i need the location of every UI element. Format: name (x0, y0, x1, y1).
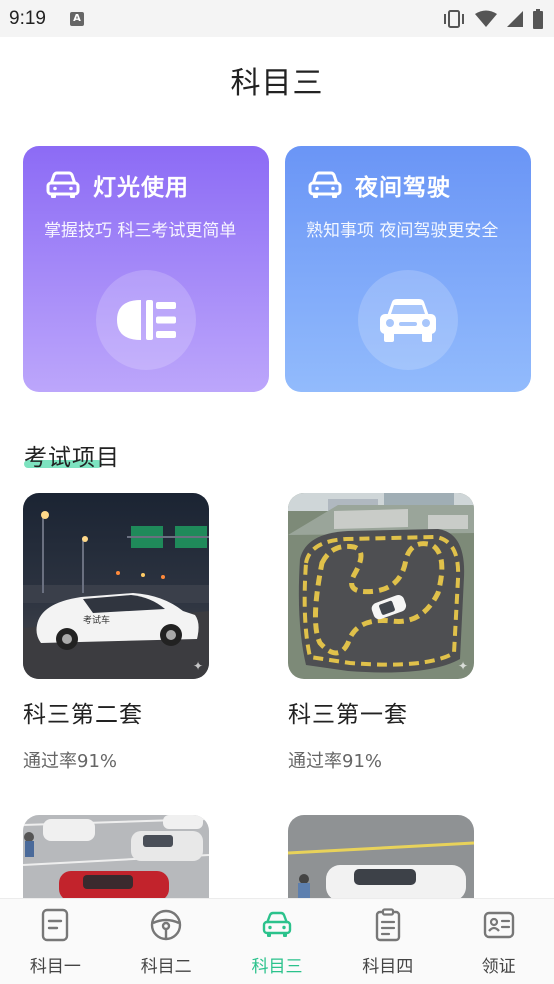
headlight-icon (117, 300, 176, 340)
car-front-icon-badge (358, 270, 458, 370)
page-title: 科目三 (230, 66, 324, 101)
tab-subject-one[interactable]: 科目一 (0, 899, 111, 984)
exam-thumbnail: 考试车 ✦ (23, 493, 209, 679)
exam-item[interactable]: 考试车 ✦ 科三第二套 通过率91% (23, 493, 209, 773)
exam-item-name: 科三第一套 (288, 702, 408, 728)
document-icon (42, 908, 69, 942)
section-heading: 考试项目 (24, 438, 120, 472)
status-time: 9:19 (9, 7, 46, 29)
steering-wheel-icon (150, 909, 182, 941)
clipboard-icon (375, 908, 400, 942)
section-title: 考试项目 (24, 445, 120, 471)
id-card-icon (483, 911, 514, 939)
card-subtitle: 熟知事项 夜间驾驶更安全 (306, 221, 499, 241)
tab-license[interactable]: 领证 (443, 899, 554, 984)
car-outline-icon (46, 171, 80, 198)
exam-item-pass-rate: 通过率91% (23, 751, 118, 772)
car-front-icon (380, 299, 436, 342)
exam-thumbnail: ✦ (288, 493, 474, 679)
notification-icon: A (69, 11, 84, 26)
battery-icon (533, 8, 543, 29)
tab-label: 科目四 (362, 957, 414, 977)
exam-thumbnail (23, 815, 209, 899)
exam-thumbnail (288, 815, 474, 899)
bottom-tab-bar: 科目一 科目二 科目三 科目四 领证 (0, 898, 554, 984)
exam-item-pass-rate: 通过率91% (288, 751, 383, 772)
card-title: 夜间驾驶 (355, 175, 451, 201)
tab-label: 科目一 (29, 957, 81, 977)
status-bar: 9:19 A (0, 0, 554, 37)
signal-icon (507, 10, 523, 27)
app-screen: 9:19 A 科目三 灯光使用 掌握技巧 科三考试更简单 夜间驾驶 熟知事项 夜… (0, 0, 554, 984)
card-night-driving[interactable]: 夜间驾驶 熟知事项 夜间驾驶更安全 (285, 146, 531, 392)
car-icon (262, 911, 292, 937)
tab-label: 领证 (481, 957, 516, 977)
card-title: 灯光使用 (93, 175, 189, 201)
car-sign-text: 考试车 (83, 614, 110, 626)
sparkle-icon: ✦ (457, 659, 468, 673)
exam-item[interactable]: ✦ 科三第一套 通过率91% (288, 493, 474, 773)
car-outline-icon (308, 171, 342, 198)
tab-subject-four[interactable]: 科目四 (332, 899, 443, 984)
exam-item[interactable] (288, 815, 474, 899)
card-subtitle: 掌握技巧 科三考试更简单 (44, 221, 237, 241)
tab-label: 科目二 (140, 957, 192, 977)
tab-subject-three[interactable]: 科目三 (222, 899, 333, 984)
tab-subject-two[interactable]: 科目二 (111, 899, 222, 984)
exam-item[interactable] (23, 815, 209, 899)
vibrate-icon (444, 9, 464, 28)
wifi-icon (475, 10, 497, 27)
exam-item-name: 科三第二套 (23, 702, 143, 728)
card-light-usage[interactable]: 灯光使用 掌握技巧 科三考试更简单 (23, 146, 269, 392)
sparkle-icon: ✦ (192, 659, 203, 673)
headlight-icon-badge (96, 270, 196, 370)
status-icons (442, 8, 544, 29)
tab-label: 科目三 (251, 957, 303, 977)
